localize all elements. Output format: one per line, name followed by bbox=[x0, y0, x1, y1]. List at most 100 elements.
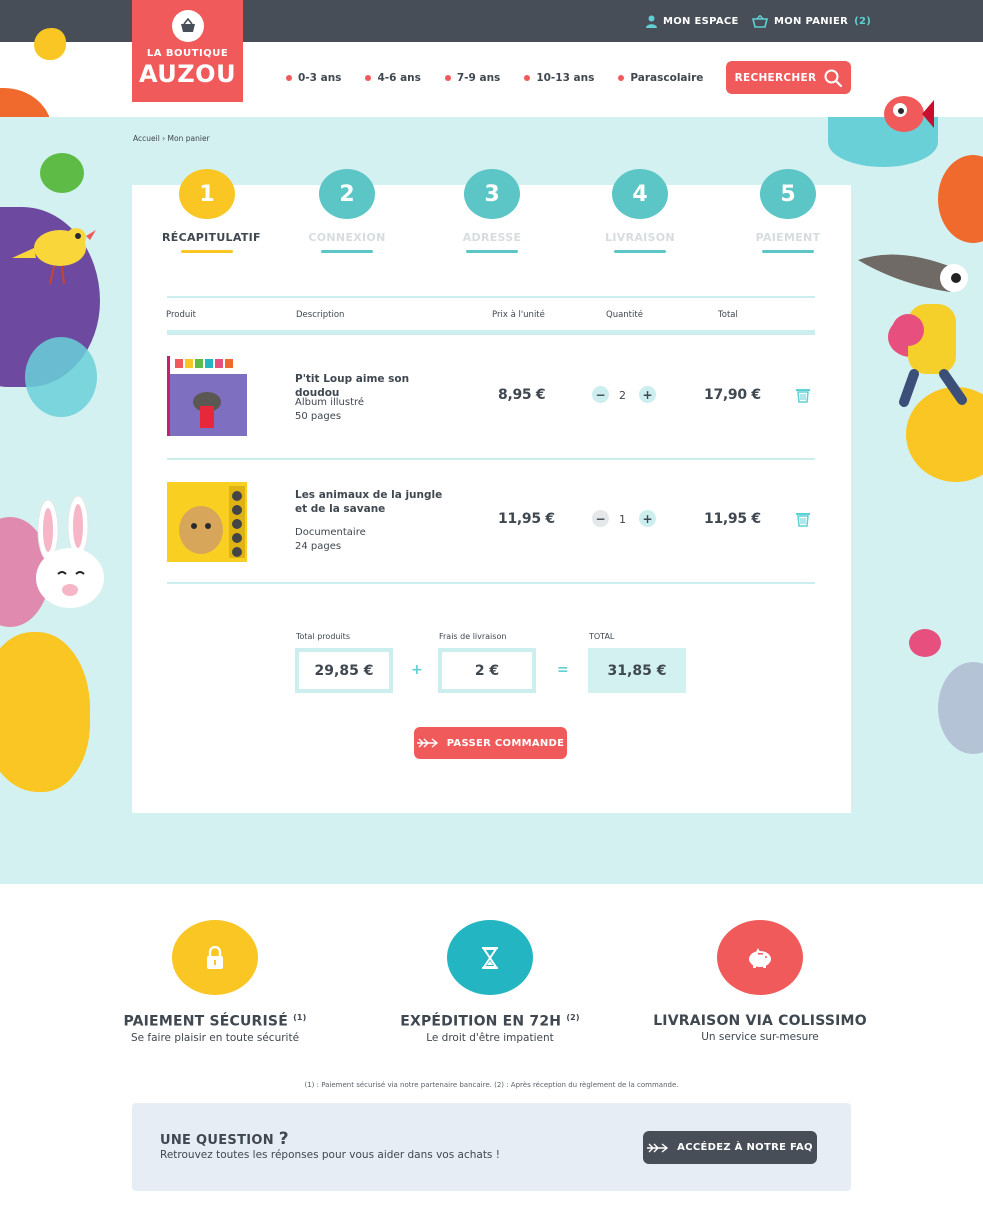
search-label: RECHERCHER bbox=[734, 71, 817, 84]
lock-icon bbox=[172, 920, 258, 995]
step-connexion[interactable]: 2 CONNEXION bbox=[302, 169, 392, 253]
step-livraison[interactable]: 4 LIVRAISON bbox=[595, 169, 685, 253]
product-pages: 24 pages bbox=[295, 541, 342, 552]
place-order-label: PASSER COMMANDE bbox=[446, 737, 565, 749]
unit-price: 8,95 € bbox=[498, 387, 546, 403]
fish-illustration bbox=[884, 96, 934, 132]
decor-blob bbox=[34, 28, 66, 60]
header-total: Total bbox=[718, 310, 738, 320]
account-link[interactable]: MON ESPACE bbox=[646, 0, 739, 42]
total-products-label: Total produits bbox=[296, 632, 350, 641]
increase-quantity-button[interactable]: + bbox=[639, 510, 656, 527]
nav-item-parascolaire[interactable]: Parascolaire bbox=[618, 72, 703, 84]
nav-label: 0-3 ans bbox=[298, 72, 342, 84]
unit-price: 11,95 € bbox=[498, 511, 555, 527]
faq-question: UNE QUESTION ? bbox=[160, 1129, 289, 1149]
faq-button[interactable]: ACCÉDEZ À NOTRE FAQ bbox=[643, 1131, 817, 1164]
faq-text: Retrouvez toutes les réponses pour vous … bbox=[160, 1149, 500, 1161]
increase-quantity-button[interactable]: + bbox=[639, 386, 656, 403]
feature-title: PAIEMENT SÉCURISÉ bbox=[123, 1013, 288, 1030]
feature-subtitle: Le droit d'être impatient bbox=[426, 1031, 554, 1044]
feature-title: LIVRAISON VIA COLISSIMO bbox=[653, 1013, 867, 1029]
footnote: (1) : Paiement sécurisé via notre parten… bbox=[304, 1081, 679, 1089]
trash-icon[interactable] bbox=[795, 511, 811, 527]
rabbit-illustration bbox=[36, 495, 104, 608]
table-divider bbox=[167, 296, 815, 298]
step-recapitulatif[interactable]: 1 RÉCAPITULATIF bbox=[162, 169, 261, 253]
feature-subtitle: Se faire plaisir en toute sécurité bbox=[130, 1031, 300, 1044]
step-underline bbox=[181, 250, 233, 253]
quantity-value: 1 bbox=[619, 513, 626, 526]
table-divider bbox=[167, 330, 815, 335]
nav-item-10-13[interactable]: 10-13 ans bbox=[524, 72, 594, 84]
step-number: 1 bbox=[179, 169, 235, 219]
product-image-ptit-loup[interactable] bbox=[167, 356, 247, 436]
nav-item-0-3[interactable]: 0-3 ans bbox=[286, 72, 341, 84]
cart-link[interactable]: MON PANIER (2) bbox=[752, 0, 871, 42]
bullet-icon bbox=[618, 75, 625, 81]
basket-logo-icon bbox=[172, 10, 204, 42]
faq-button-label: ACCÉDEZ À NOTRE FAQ bbox=[677, 1142, 813, 1153]
feature-note: (2) bbox=[566, 1013, 580, 1022]
header-quantity: Quantité bbox=[606, 310, 643, 320]
step-underline bbox=[466, 250, 518, 253]
product-title[interactable]: Les animaux de la jungle et de la savane bbox=[295, 488, 455, 516]
feature-note: (1) bbox=[293, 1013, 307, 1022]
user-icon bbox=[646, 15, 657, 28]
nav-label: 4-6 ans bbox=[377, 72, 421, 84]
shipping-label: Frais de livraison bbox=[439, 632, 507, 641]
decrease-quantity-button[interactable]: − bbox=[592, 510, 609, 527]
step-number: 4 bbox=[612, 169, 668, 219]
step-underline bbox=[614, 250, 666, 253]
step-number: 2 bbox=[319, 169, 375, 219]
place-order-button[interactable]: PASSER COMMANDE bbox=[414, 727, 567, 759]
step-paiement[interactable]: 5 PAIEMENT bbox=[743, 169, 833, 253]
faq-question-mark: ? bbox=[278, 1129, 289, 1149]
product-pages: 50 pages bbox=[295, 411, 342, 422]
row-total: 11,95 € bbox=[704, 511, 761, 527]
arrow-icon bbox=[647, 1142, 669, 1153]
nav-item-7-9[interactable]: 7-9 ans bbox=[444, 72, 501, 84]
basket-icon bbox=[752, 14, 768, 28]
search-button[interactable]: RECHERCHER bbox=[726, 61, 851, 94]
decor-blob bbox=[938, 662, 983, 754]
decor-blob bbox=[0, 632, 90, 792]
trash-icon[interactable] bbox=[795, 387, 811, 403]
search-icon bbox=[824, 69, 843, 87]
row-total: 17,90 € bbox=[704, 387, 761, 403]
feature-subtitle: Un service sur-mesure bbox=[701, 1031, 819, 1043]
bullet-icon bbox=[524, 75, 531, 81]
decor-blob bbox=[25, 337, 97, 417]
step-number: 5 bbox=[760, 169, 816, 219]
step-underline bbox=[321, 250, 373, 253]
logo-line-2: AUZOU bbox=[138, 60, 237, 88]
product-type: Documentaire bbox=[295, 527, 366, 538]
step-label: ADRESSE bbox=[462, 231, 522, 244]
logo-line-1: LA BOUTIQUE bbox=[146, 48, 229, 59]
main-nav: 0-3 ans 4-6 ans 7-9 ans 10-13 ans Parasc… bbox=[286, 72, 727, 84]
shipping-value: 2 € bbox=[438, 648, 536, 693]
nav-label: 7-9 ans bbox=[456, 72, 501, 84]
product-image-animaux[interactable] bbox=[167, 482, 247, 562]
account-label: MON ESPACE bbox=[663, 15, 739, 27]
breadcrumb[interactable]: Accueil › Mon panier bbox=[133, 134, 210, 143]
feature-shipping-72h: EXPÉDITION EN 72H (2) Le droit d'être im… bbox=[375, 920, 605, 1044]
feature-title: EXPÉDITION EN 72H bbox=[400, 1013, 562, 1030]
wolf-illustration bbox=[858, 254, 968, 407]
step-adresse[interactable]: 3 ADRESSE bbox=[447, 169, 537, 253]
logo[interactable]: LA BOUTIQUE AUZOU bbox=[132, 0, 243, 102]
nav-item-4-6[interactable]: 4-6 ans bbox=[365, 72, 421, 84]
header-unit-price: Prix à l'unité bbox=[492, 310, 545, 320]
faq-banner: UNE QUESTION ? Retrouvez toutes les répo… bbox=[132, 1103, 851, 1191]
decor-blob bbox=[40, 153, 84, 193]
hourglass-icon bbox=[447, 920, 533, 995]
nav-label: Parascolaire bbox=[630, 72, 704, 84]
decrease-quantity-button[interactable]: − bbox=[592, 386, 609, 403]
step-label: PAIEMENT bbox=[755, 231, 821, 244]
product-type: Album illustré bbox=[295, 397, 365, 408]
table-divider bbox=[167, 458, 815, 460]
faq-question-text: UNE QUESTION bbox=[160, 1133, 274, 1148]
grand-total-value: 31,85 € bbox=[588, 648, 686, 693]
cart-label: MON PANIER bbox=[774, 15, 849, 27]
step-number: 3 bbox=[464, 169, 520, 219]
